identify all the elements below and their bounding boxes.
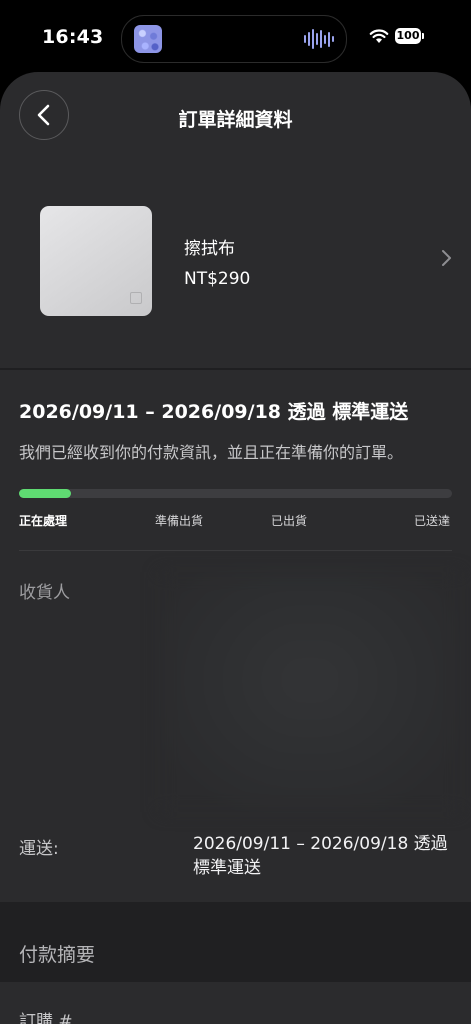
order-details-sheet: 訂單詳細資料 擦拭布 NT$290 2026/09/11 – 2026/09/1… (0, 72, 471, 1024)
battery-icon: 100 (395, 28, 421, 44)
audio-waveform-icon (304, 28, 334, 50)
product-price: NT$290 (184, 269, 251, 289)
now-playing-artwork (134, 25, 162, 53)
status-time: 16:43 (42, 26, 104, 48)
product-logo-icon (130, 292, 142, 304)
product-name: 擦拭布 (184, 239, 235, 259)
status-bar: 16:43 100 (0, 0, 471, 72)
product-card[interactable]: 擦拭布 NT$290 (0, 168, 471, 368)
step-processing: 正在處理 (19, 514, 68, 528)
order-number-label: 訂購 # (19, 1012, 73, 1024)
shipment-title: 2026/09/11 – 2026/09/18 透過 標準運送 (19, 401, 409, 423)
product-image (40, 206, 152, 316)
divider (19, 550, 452, 551)
shipment-progress-fill (19, 489, 71, 498)
wifi-icon (369, 29, 389, 43)
shipment-description: 我們已經收到你的付款資訊，並且正在準備你的訂單。 (19, 443, 404, 462)
recipient-redacted-area (160, 572, 460, 812)
section-divider (0, 368, 471, 370)
shipping-label: 運送: (19, 839, 59, 859)
recipient-label: 收貨人 (19, 583, 70, 603)
battery-cap (422, 33, 424, 39)
dynamic-island[interactable] (121, 15, 347, 63)
payment-summary-label: 付款摘要 (19, 944, 96, 966)
step-preparing: 準備出貨 (155, 514, 204, 528)
shipping-value: 2026/09/11 – 2026/09/18 透過 標準運送 (193, 834, 448, 878)
page-title: 訂單詳細資料 (178, 109, 293, 131)
chevron-right-icon[interactable] (440, 248, 454, 268)
step-delivered: 已送達 (414, 514, 451, 528)
shipment-progress-bar (19, 489, 452, 498)
step-shipped: 已出貨 (271, 514, 308, 528)
